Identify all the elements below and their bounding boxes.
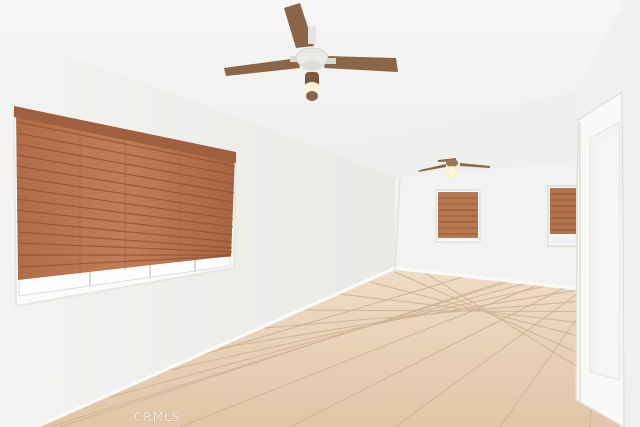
room-illustration: [0, 0, 640, 427]
doorway: [575, 90, 625, 427]
room-photo: CRMLS: [0, 0, 640, 427]
right-window: [547, 185, 577, 247]
back-window: [435, 189, 481, 243]
watermark-text: CRMLS: [134, 410, 181, 424]
